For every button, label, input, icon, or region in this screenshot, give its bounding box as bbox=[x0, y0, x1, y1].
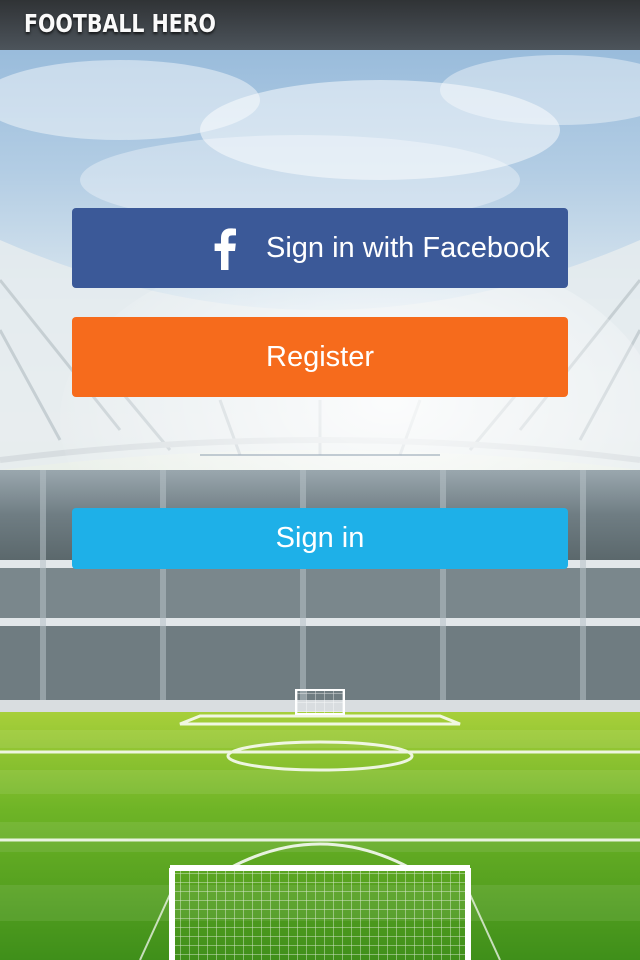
facebook-signin-label: Sign in with Facebook bbox=[266, 231, 550, 264]
facebook-f-icon bbox=[214, 228, 236, 270]
stadium-illustration bbox=[0, 55, 640, 960]
facebook-signin-button[interactable]: Sign in with Facebook bbox=[72, 208, 568, 288]
app-title: FOOTBALL HERO bbox=[24, 9, 216, 38]
stadium-background bbox=[0, 0, 640, 960]
app-header: FOOTBALL HERO bbox=[0, 0, 640, 50]
signin-label: Sign in bbox=[275, 522, 365, 554]
register-button[interactable]: Register bbox=[72, 317, 568, 397]
register-label: Register bbox=[266, 340, 374, 373]
separator-line bbox=[200, 454, 440, 456]
signin-button[interactable]: Sign in bbox=[72, 508, 568, 569]
